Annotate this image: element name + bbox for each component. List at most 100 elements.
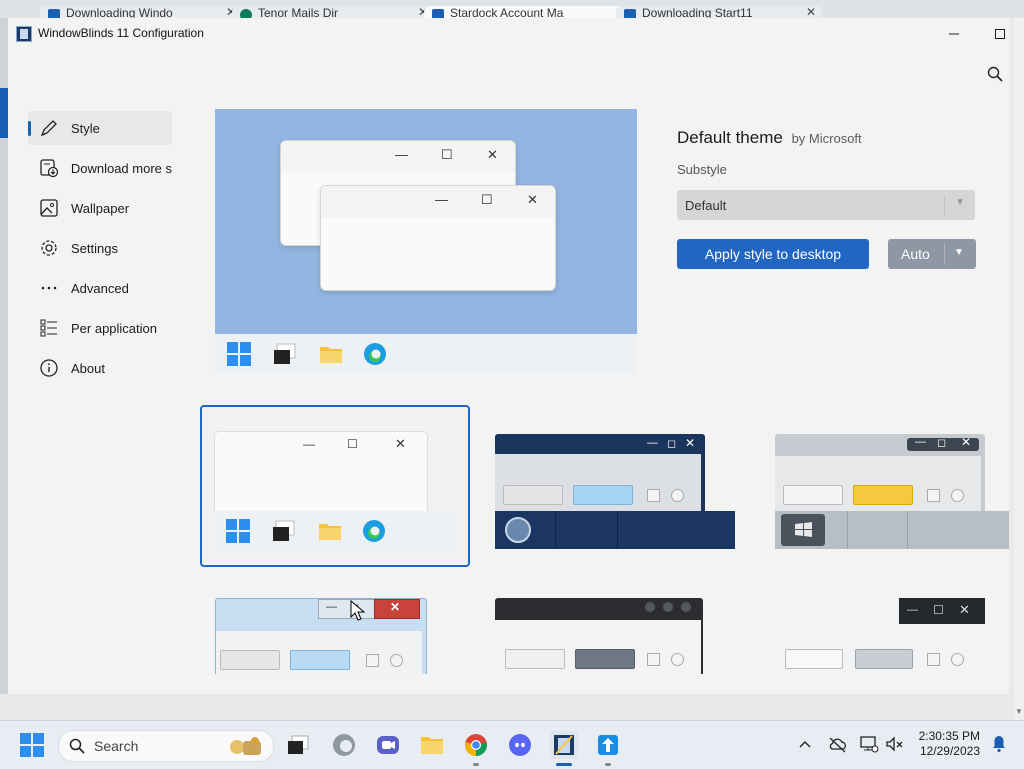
chrome-icon	[465, 734, 487, 756]
thumb-taskbar	[495, 511, 735, 549]
style-thumbnail-light[interactable]: — ☐ ✕	[775, 598, 1009, 674]
close-icon: ✕	[395, 436, 406, 451]
folder-icon	[421, 737, 443, 754]
thumb-taskbar	[775, 511, 1009, 549]
tray-onedrive[interactable]	[826, 733, 848, 755]
tray-volume[interactable]	[884, 733, 906, 755]
preview-window-front: — ☐ ✕	[320, 185, 556, 291]
thumb-button	[855, 649, 913, 669]
thumb-button	[503, 485, 563, 505]
thumb-button	[785, 649, 843, 669]
start-orb-icon	[505, 517, 531, 543]
edge-icon	[363, 520, 385, 542]
taskbar-chrome[interactable]	[462, 731, 490, 766]
sidebar-item-label: Style	[71, 120, 100, 136]
mouse-cursor-icon	[350, 600, 366, 621]
search-highlight-icon	[230, 737, 261, 755]
page-scrollbar[interactable]: ▼	[1014, 18, 1024, 720]
download-icon	[38, 157, 60, 179]
taskbar-clock[interactable]: 2:30:35 PM 12/29/2023	[919, 729, 980, 759]
sidebar-item-download[interactable]: Download more s	[28, 151, 172, 185]
thumb-button	[290, 650, 350, 670]
taskbar-task-view[interactable]	[284, 731, 312, 759]
style-thumbnail-default[interactable]: — ☐ ✕	[200, 405, 470, 567]
style-thumbnail-navy[interactable]: — ◻ ✕	[495, 434, 735, 550]
sidebar-item-about[interactable]: About	[28, 351, 172, 385]
sidebar-item-label: Wallpaper	[71, 200, 130, 216]
sidebar-item-label: Advanced	[71, 280, 129, 296]
thumb-button	[505, 649, 565, 669]
scroll-down-icon[interactable]: ▼	[1015, 707, 1023, 716]
style-thumbnail-silver[interactable]: — ◻ ✕	[775, 434, 1009, 550]
clock-date: 12/29/2023	[919, 744, 980, 758]
sidebar-item-settings[interactable]: Settings	[28, 231, 172, 265]
thumb-window: — ☐ ✕	[214, 431, 428, 523]
taskbar-file-explorer[interactable]	[418, 731, 446, 759]
substyle-dropdown[interactable]: Default ▼	[677, 190, 975, 220]
thumb-button	[853, 485, 913, 505]
more-dots-icon	[38, 277, 60, 299]
tray-network[interactable]	[858, 733, 880, 755]
search-icon	[987, 66, 1003, 82]
close-icon: ✕	[959, 602, 970, 617]
video-call-icon	[377, 736, 399, 754]
theme-author: by Microsoft	[791, 131, 862, 146]
start-button[interactable]	[20, 733, 44, 757]
minimize-icon: —	[435, 192, 448, 207]
thumb-button	[573, 485, 633, 505]
browser-tab-strip: Downloading Windo ✕ Tenor Mails Dir ✕ St…	[0, 0, 1024, 20]
taskbar-windowblinds[interactable]	[550, 731, 578, 766]
taskbar-stardock-installer[interactable]	[594, 731, 622, 766]
minimize-icon: —	[907, 604, 918, 616]
taskbar-camera-app[interactable]	[374, 731, 402, 759]
background-window-edge	[0, 18, 8, 694]
maximize-icon: ◻	[937, 437, 947, 449]
installer-icon	[598, 735, 618, 755]
sidebar-item-label: Per application	[71, 320, 157, 336]
style-thumbnail-classic-blue[interactable]: — ◻ ✕	[215, 598, 455, 674]
substyle-value: Default	[685, 198, 727, 213]
minimize-button[interactable]	[931, 18, 977, 50]
taskbar-search-label: Search	[94, 738, 139, 754]
clock-time: 2:30:35 PM	[918, 729, 980, 743]
minimize-icon: —	[915, 436, 926, 448]
thumb-radio	[671, 653, 684, 666]
sidebar-item-style[interactable]: Style	[28, 111, 172, 145]
info-icon	[38, 357, 60, 379]
style-thumbnail-graphite[interactable]	[495, 598, 735, 674]
close-icon: ✕	[487, 147, 498, 162]
thumb-window: — ◻ ✕	[215, 598, 427, 674]
notification-bell-icon[interactable]	[992, 735, 1006, 753]
auto-mode-button[interactable]: Auto ▼	[888, 239, 976, 269]
task-view-icon	[288, 735, 309, 754]
tray-overflow-button[interactable]	[794, 733, 816, 755]
thumb-window: — ☐ ✕	[775, 598, 985, 674]
close-icon: ✕	[961, 435, 972, 449]
sidebar-item-wallpaper[interactable]: Wallpaper	[28, 191, 172, 225]
thumb-checkbox	[927, 489, 940, 502]
preview-taskbar	[215, 334, 637, 374]
sidebar-item-label: About	[71, 360, 105, 376]
maximize-icon: ☐	[347, 437, 358, 451]
list-icon	[38, 317, 60, 339]
taskbar-edge-beta[interactable]	[330, 731, 358, 759]
maximize-icon: ◻	[667, 438, 677, 450]
sidebar-item-advanced[interactable]: Advanced	[28, 271, 172, 305]
gear-icon	[38, 237, 60, 259]
thumb-button	[783, 485, 843, 505]
chevron-up-icon	[799, 741, 811, 748]
thumb-button	[575, 649, 635, 669]
apply-style-button[interactable]: Apply style to desktop	[677, 239, 869, 269]
chevron-down-icon[interactable]: ▼	[954, 247, 964, 258]
maximize-button[interactable]	[977, 18, 1009, 50]
taskbar-search-box[interactable]: Search	[58, 730, 274, 762]
thumb-radio	[671, 489, 684, 502]
volume-muted-icon	[886, 736, 903, 752]
start-button-icon	[781, 514, 825, 546]
thumb-radio	[951, 653, 964, 666]
sidebar-item-per-application[interactable]: Per application	[28, 311, 172, 345]
search-button[interactable]	[983, 62, 1007, 86]
taskbar-discord[interactable]	[506, 731, 534, 759]
thumb-checkbox	[366, 654, 379, 667]
minimize-icon: —	[326, 601, 337, 613]
